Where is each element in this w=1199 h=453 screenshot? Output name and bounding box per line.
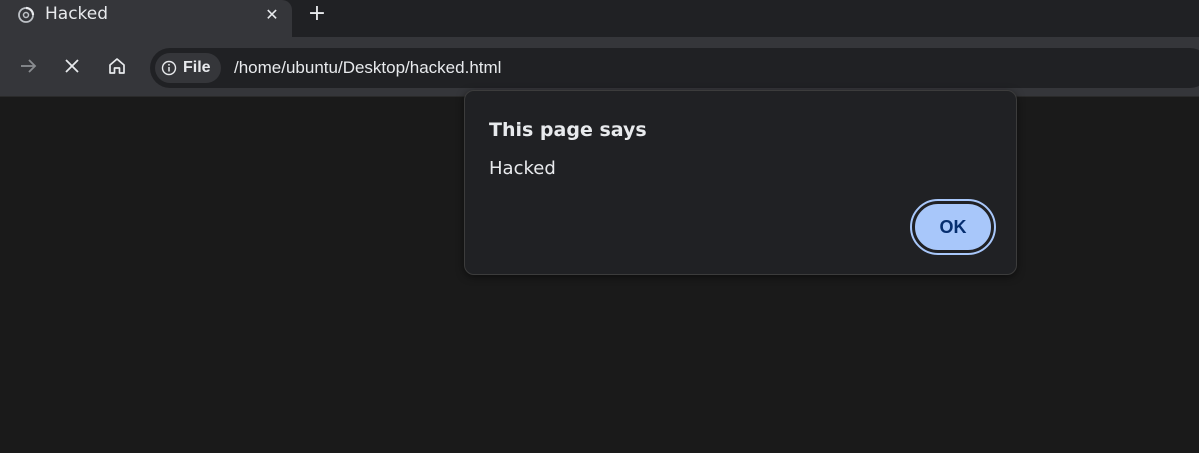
url-text[interactable]: /home/ubuntu/Desktop/hacked.html	[234, 57, 501, 79]
new-tab-button[interactable]: +	[305, 3, 329, 27]
alert-dialog: This page says Hacked OK	[464, 90, 1017, 275]
tab-close-icon[interactable]: ✕	[262, 5, 282, 25]
dialog-title: This page says	[489, 119, 647, 141]
tab-title: Hacked	[45, 4, 109, 24]
address-bar[interactable]: File /home/ubuntu/Desktop/hacked.html	[150, 48, 1199, 88]
loading-spinner-icon	[17, 6, 35, 24]
arrow-right-icon[interactable]	[14, 52, 42, 80]
close-icon[interactable]	[58, 52, 86, 80]
chip-label: File	[183, 59, 211, 76]
dialog-message: Hacked	[489, 158, 556, 179]
ok-button-label: OK	[914, 203, 992, 251]
ok-button[interactable]: OK	[910, 199, 996, 255]
tab-strip: Hacked ✕ +	[0, 0, 1199, 37]
info-icon	[161, 60, 177, 76]
browser-toolbar: File /home/ubuntu/Desktop/hacked.html	[0, 37, 1199, 97]
site-info-chip[interactable]: File	[155, 53, 221, 83]
home-icon[interactable]	[103, 52, 131, 80]
browser-tab[interactable]: Hacked ✕	[0, 0, 292, 37]
